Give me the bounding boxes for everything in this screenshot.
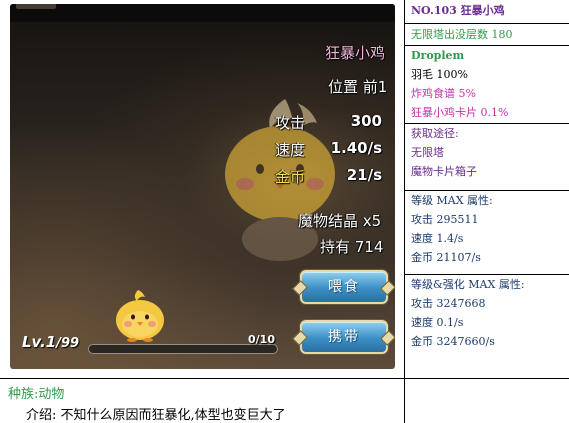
maxlv-attack: 攻击 295511 [411, 213, 479, 226]
empty-cell [405, 378, 569, 423]
floor-cell: 无限塔出没层数 180 [405, 23, 569, 45]
drop-item: 狂暴小鸡卡片 0.1% [411, 106, 509, 119]
small-chick-icon [116, 290, 164, 342]
drop-header: Droplem [411, 49, 465, 62]
speed-value: 1.40/s [330, 139, 382, 157]
gold-label: 金币 [275, 168, 306, 186]
maxall-speed: 速度 0.1/s [411, 316, 464, 329]
bottom-info: 种族:动物 介绍: 不知什么原因而狂暴化,体型也变巨大了 [0, 378, 404, 423]
monster-title: NO.103 狂暴小鸡 [411, 4, 505, 17]
speed-label: 速度 [275, 141, 306, 159]
maxlv-header: 等级 MAX 属性: [411, 194, 493, 207]
info-table: NO.103 狂暴小鸡 无限塔出没层数 180 Droplem 羽毛 100% … [404, 0, 569, 423]
position-label: 位置 前1 [328, 78, 388, 96]
obtain-item: 无限塔 [411, 146, 444, 159]
feed-button[interactable]: 喂食 [300, 270, 388, 304]
floor-info: 无限塔出没层数 180 [411, 28, 513, 41]
level-text: Lv.1 [22, 333, 57, 351]
attack-value: 300 [350, 112, 382, 130]
attack-label: 攻击 [275, 114, 306, 132]
crystal-label: 魔物结晶 x5 [298, 212, 382, 230]
obtain-item: 魔物卡片箱子 [411, 165, 477, 178]
drops-cell: Droplem 羽毛 100% 炸鸡食谱 5% 狂暴小鸡卡片 0.1% [405, 45, 569, 123]
level-indicator: Lv.1/99 [22, 333, 79, 351]
obtain-cell: 获取途径: 无限塔 魔物卡片箱子 [405, 123, 569, 190]
obtain-header: 获取途径: [411, 127, 459, 140]
exp-text: 0/10 [248, 333, 275, 346]
gold-value: 21/s [346, 166, 382, 184]
maxall-header: 等级&强化 MAX 属性: [411, 278, 525, 291]
title-cell: NO.103 狂暴小鸡 [405, 0, 569, 23]
level-max: /99 [56, 336, 80, 351]
carry-button[interactable]: 携带 [300, 320, 388, 354]
drop-item: 羽毛 100% [411, 68, 468, 81]
maxlv-gold: 金币 21107/s [411, 251, 481, 264]
top-glyph [16, 4, 56, 9]
maxall-cell: 等级&强化 MAX 属性: 攻击 3247668 速度 0.1/s 金币 324… [405, 274, 569, 378]
top-shade [10, 4, 395, 22]
held-label: 持有 714 [320, 238, 384, 256]
maxlv-speed: 速度 1.4/s [411, 232, 464, 245]
maxlv-cell: 等级 MAX 属性: 攻击 295511 速度 1.4/s 金币 21107/s [405, 190, 569, 274]
maxall-gold: 金币 3247660/s [411, 335, 495, 348]
maxall-attack: 攻击 3247668 [411, 297, 486, 310]
game-screenshot: 狂暴小鸡 位置 前1 攻击 300 速度 1.40/s 金币 21/s 魔物结晶… [10, 4, 395, 369]
drop-item: 炸鸡食谱 5% [411, 87, 476, 100]
race-label: 种族:动物 [8, 387, 65, 402]
description: 介绍: 不知什么原因而狂暴化,体型也变巨大了 [26, 408, 286, 423]
monster-name: 狂暴小鸡 [325, 44, 386, 62]
